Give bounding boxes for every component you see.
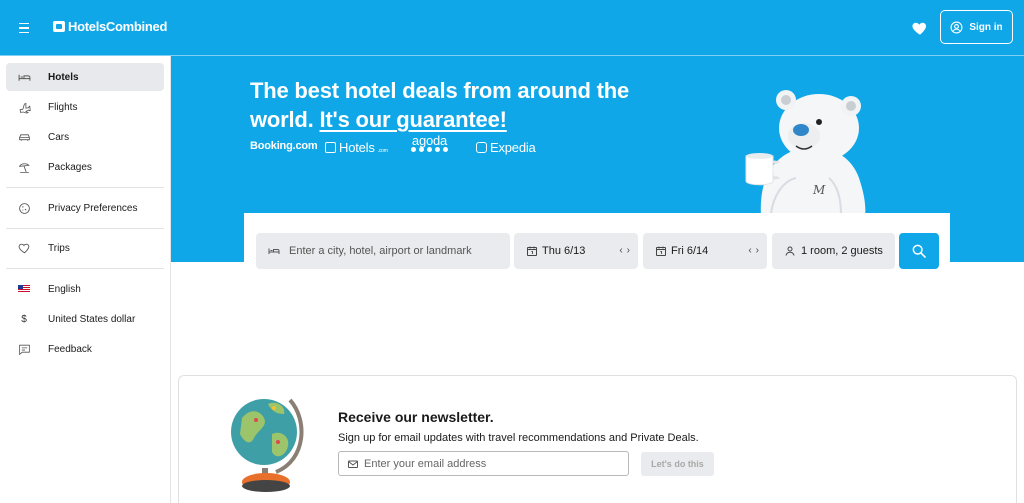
user-circle-icon: [950, 21, 963, 33]
sidebar-item-label: Trips: [48, 242, 70, 254]
hotels-logo-icon: [325, 142, 336, 153]
newsletter-title: Receive our newsletter.: [338, 409, 494, 425]
sidebar-divider: [6, 187, 164, 188]
checkout-prev-chevron-icon[interactable]: ‹: [748, 245, 751, 257]
sidebar-divider: [6, 268, 164, 269]
sidebar-item-label: Feedback: [48, 343, 92, 355]
partner-agoda-logo: agoda: [411, 134, 448, 152]
destination-input[interactable]: Enter a city, hotel, airport or landmark: [256, 233, 510, 269]
sign-in-label: Sign in: [969, 21, 1003, 33]
dollar-icon: $: [21, 313, 27, 325]
hotelscombined-logo[interactable]: HotelsCombined: [53, 19, 167, 34]
logo-mark-icon: [53, 21, 65, 32]
sidebar-item-packages[interactable]: Packages: [6, 153, 164, 181]
agoda-dots-icon: [411, 147, 448, 152]
hero-title: The best hotel deals from around the wor…: [250, 76, 690, 134]
sidebar-item-label: Privacy Preferences: [48, 202, 138, 214]
destination-placeholder: Enter a city, hotel, airport or landmark: [289, 245, 472, 257]
partner-hotels-text: Hotels: [339, 140, 375, 155]
sidebar-item-label: Cars: [48, 131, 70, 143]
sidebar-item-feedback[interactable]: Feedback: [6, 335, 164, 363]
feedback-icon: [17, 342, 31, 356]
sidebar-item-label: Packages: [48, 161, 92, 173]
sidebar-item-flights[interactable]: Flights: [6, 93, 164, 121]
sidebar-item-cars[interactable]: Cars: [6, 123, 164, 151]
checkin-date-value: Thu 6/13: [542, 245, 586, 257]
sign-in-button[interactable]: Sign in: [940, 10, 1013, 44]
guests-value: 1 room, 2 guests: [801, 245, 883, 257]
sidebar: Hotels Flights Cars Packages Privacy Pre…: [0, 56, 171, 503]
top-header: HotelsCombined Sign in: [0, 0, 1024, 56]
mail-icon: [348, 460, 358, 468]
calendar-icon: [655, 245, 667, 257]
partner-hotels-suffix: .com: [377, 147, 388, 154]
cookie-icon: [17, 201, 31, 215]
sidebar-item-label: United States dollar: [48, 313, 136, 325]
logo-text: HotelsCombined: [68, 19, 168, 34]
hamburger-menu-icon[interactable]: [14, 18, 34, 38]
guarantee-link[interactable]: It's our guarantee!: [320, 107, 507, 132]
newsletter-submit-button[interactable]: Let's do this: [641, 452, 714, 476]
person-icon: [784, 245, 796, 257]
partner-hotels-logo: Hotels .com: [325, 140, 388, 155]
heart-outline-icon: [17, 241, 31, 255]
partner-booking-text: Booking.com: [250, 140, 318, 152]
beach-umbrella-icon: [17, 160, 31, 174]
guests-selector[interactable]: 1 room, 2 guests: [772, 233, 895, 269]
expedia-logo-icon: [476, 142, 487, 153]
hero-title-line1: The best hotel deals from around the: [250, 78, 630, 103]
checkout-date-field[interactable]: Fri 6/14 ‹ ›: [643, 233, 767, 269]
polar-bear-mascot-illustration: M: [745, 90, 866, 216]
svg-text:M: M: [812, 183, 826, 197]
sidebar-item-label: Flights: [48, 101, 78, 113]
plane-icon: [17, 100, 31, 114]
checkin-prev-chevron-icon[interactable]: ‹: [619, 245, 622, 257]
search-icon: [912, 244, 926, 258]
checkout-date-value: Fri 6/14: [671, 245, 709, 257]
partner-expedia-logo: Expedia: [476, 140, 536, 155]
partner-agoda-text: agoda: [411, 133, 448, 148]
search-button[interactable]: [899, 233, 939, 269]
sidebar-item-trips[interactable]: Trips: [6, 234, 164, 262]
us-flag-icon: [17, 282, 31, 296]
checkin-next-chevron-icon[interactable]: ›: [627, 245, 630, 257]
calendar-icon: [526, 245, 538, 257]
checkin-date-field[interactable]: Thu 6/13 ‹ ›: [514, 233, 638, 269]
globe-illustration: [231, 398, 304, 492]
partner-booking-logo: Booking.com: [250, 140, 318, 152]
hero-title-prefix: world.: [250, 107, 320, 132]
bed-icon: [17, 70, 31, 84]
sidebar-item-privacy-preferences[interactable]: Privacy Preferences: [6, 194, 164, 222]
favorites-heart-icon[interactable]: [911, 19, 929, 37]
sidebar-item-currency[interactable]: $ United States dollar: [6, 305, 164, 333]
sidebar-divider: [6, 228, 164, 229]
newsletter-subtitle: Sign up for email updates with travel re…: [338, 432, 699, 444]
email-input[interactable]: Enter your email address: [338, 451, 629, 476]
sidebar-item-hotels[interactable]: Hotels: [6, 63, 164, 91]
checkout-next-chevron-icon[interactable]: ›: [756, 245, 759, 257]
bed-icon: [268, 245, 280, 257]
partner-expedia-text: Expedia: [490, 140, 536, 155]
sidebar-item-label: Hotels: [48, 71, 79, 83]
email-placeholder: Enter your email address: [364, 457, 487, 470]
sidebar-item-label: English: [48, 283, 81, 295]
sidebar-item-language[interactable]: English: [6, 275, 164, 303]
car-icon: [17, 130, 31, 144]
